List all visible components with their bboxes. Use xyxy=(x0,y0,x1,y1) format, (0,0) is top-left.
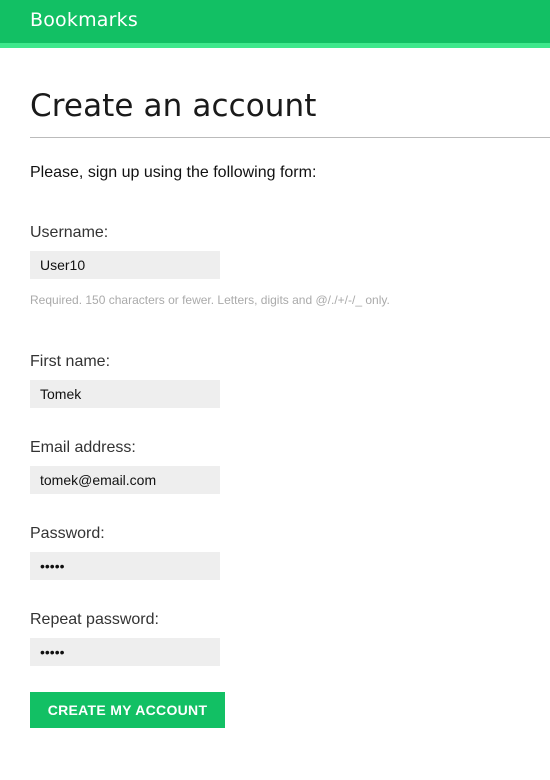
username-label: Username: xyxy=(30,224,109,241)
password-label: Password: xyxy=(30,525,105,542)
username-input[interactable] xyxy=(30,251,220,279)
title-divider xyxy=(30,137,550,138)
email-input[interactable] xyxy=(30,466,220,494)
site-header: Bookmarks xyxy=(0,0,550,48)
email-label: Email address: xyxy=(30,439,136,456)
first-name-input[interactable] xyxy=(30,380,220,408)
create-account-button[interactable]: CREATE MY ACCOUNT xyxy=(30,692,225,728)
first-name-label: First name: xyxy=(30,353,111,370)
password-input[interactable] xyxy=(30,552,220,580)
repeat-password-label: Repeat password: xyxy=(30,611,159,628)
form-intro: Please, sign up using the following form… xyxy=(30,164,317,181)
page-title: Create an account xyxy=(30,88,317,124)
repeat-password-input[interactable] xyxy=(30,638,220,666)
username-help-text: Required. 150 characters or fewer. Lette… xyxy=(30,293,390,307)
site-title[interactable]: Bookmarks xyxy=(30,9,138,31)
